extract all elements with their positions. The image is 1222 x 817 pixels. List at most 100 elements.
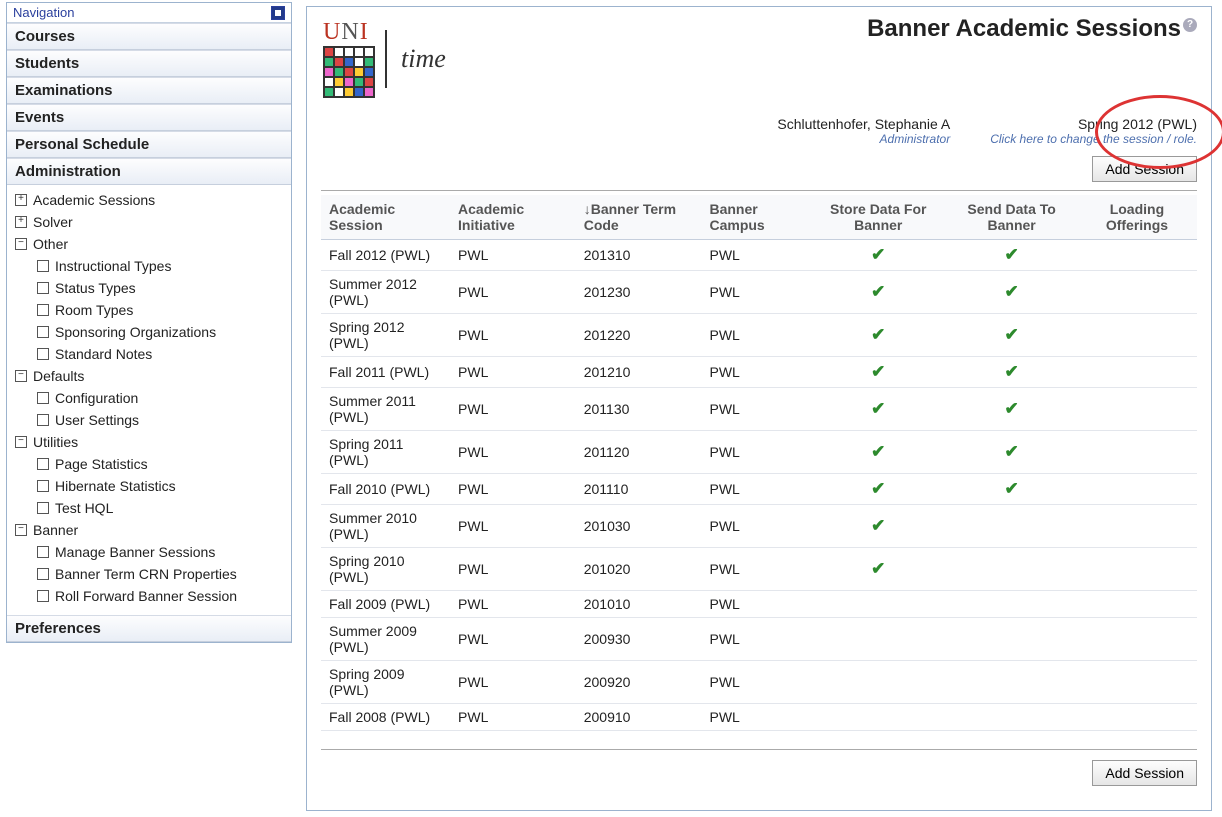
check-icon: ✔: [1004, 282, 1018, 301]
col-initiative[interactable]: Academic Initiative: [450, 195, 576, 240]
tree-leaf-instructional-types[interactable]: Instructional Types: [13, 255, 285, 277]
check-icon: ✔: [1004, 362, 1018, 381]
collapse-icon[interactable]: [15, 524, 27, 536]
check-icon: ✔: [871, 282, 885, 301]
tree-leaf-banner-term-crn-properties[interactable]: Banner Term CRN Properties: [13, 563, 285, 585]
tree-leaf-hibernate-statistics[interactable]: Hibernate Statistics: [13, 475, 285, 497]
table-row[interactable]: Fall 2010 (PWL)PWL201110PWL✔✔: [321, 474, 1197, 505]
collapse-icon[interactable]: [15, 370, 27, 382]
tree-node-utilities[interactable]: Utilities: [13, 431, 285, 453]
col-store[interactable]: Store Data For Banner: [810, 195, 946, 240]
tree-node-academic-sessions[interactable]: Academic Sessions: [13, 189, 285, 211]
leaf-icon: [37, 590, 49, 602]
leaf-icon: [37, 304, 49, 316]
tree-leaf-test-hql[interactable]: Test HQL: [13, 497, 285, 519]
leaf-icon: [37, 502, 49, 514]
nav-section-courses[interactable]: Courses: [7, 23, 291, 50]
navigation-title: Navigation: [13, 5, 74, 20]
administration-tree: Academic Sessions Solver Other Instructi…: [7, 185, 291, 615]
check-icon: ✔: [1004, 442, 1018, 461]
tree-leaf-manage-banner-sessions[interactable]: Manage Banner Sessions: [13, 541, 285, 563]
add-session-button-top[interactable]: Add Session: [1092, 156, 1197, 182]
table-row[interactable]: Summer 2012 (PWL)PWL201230PWL✔✔: [321, 271, 1197, 314]
tree-leaf-user-settings[interactable]: User Settings: [13, 409, 285, 431]
table-row[interactable]: Fall 2012 (PWL)PWL201310PWL✔✔: [321, 240, 1197, 271]
tree-leaf-room-types[interactable]: Room Types: [13, 299, 285, 321]
tree-leaf-page-statistics[interactable]: Page Statistics: [13, 453, 285, 475]
expand-icon[interactable]: [15, 194, 27, 206]
help-icon[interactable]: ?: [1183, 18, 1197, 32]
tree-leaf-standard-notes[interactable]: Standard Notes: [13, 343, 285, 365]
navigation-panel: Navigation Courses Students Examinations…: [6, 2, 292, 643]
nav-section-preferences[interactable]: Preferences: [7, 615, 291, 642]
check-icon: ✔: [871, 559, 885, 578]
tree-node-solver[interactable]: Solver: [13, 211, 285, 233]
tree-leaf-configuration[interactable]: Configuration: [13, 387, 285, 409]
collapse-icon[interactable]: [15, 238, 27, 250]
col-session[interactable]: Academic Session: [321, 195, 450, 240]
leaf-icon: [37, 480, 49, 492]
tree-node-other[interactable]: Other: [13, 233, 285, 255]
page-title: Banner Academic Sessions?: [867, 15, 1197, 43]
table-row[interactable]: Spring 2011 (PWL)PWL201120PWL✔✔: [321, 431, 1197, 474]
leaf-icon: [37, 260, 49, 272]
table-row[interactable]: Spring 2009 (PWL)PWL200920PWL: [321, 661, 1197, 704]
leaf-icon: [37, 282, 49, 294]
col-loading[interactable]: Loading Offerings: [1077, 195, 1197, 240]
check-icon: ✔: [871, 245, 885, 264]
add-session-button-bottom[interactable]: Add Session: [1092, 760, 1197, 786]
nav-section-personal-schedule[interactable]: Personal Schedule: [7, 131, 291, 158]
leaf-icon: [37, 458, 49, 470]
tree-node-banner[interactable]: Banner: [13, 519, 285, 541]
check-icon: ✔: [1004, 399, 1018, 418]
navigation-title-bar: Navigation: [7, 3, 291, 23]
expand-icon[interactable]: [15, 216, 27, 228]
table-header-row: Academic Session Academic Initiative ↓Ba…: [321, 195, 1197, 240]
leaf-icon: [37, 414, 49, 426]
session-label: Spring 2012 (PWL): [990, 116, 1197, 132]
collapse-icon[interactable]: [15, 436, 27, 448]
check-icon: ✔: [1004, 325, 1018, 344]
check-icon: ✔: [871, 362, 885, 381]
nav-section-examinations[interactable]: Examinations: [7, 77, 291, 104]
leaf-icon: [37, 392, 49, 404]
leaf-icon: [37, 348, 49, 360]
table-row[interactable]: Summer 2009 (PWL)PWL200930PWL: [321, 618, 1197, 661]
leaf-icon: [37, 326, 49, 338]
table-row[interactable]: Fall 2011 (PWL)PWL201210PWL✔✔: [321, 357, 1197, 388]
session-hint: Click here to change the session / role.: [990, 132, 1197, 146]
check-icon: ✔: [1004, 245, 1018, 264]
tree-leaf-roll-forward-banner-session[interactable]: Roll Forward Banner Session: [13, 585, 285, 607]
nav-section-students[interactable]: Students: [7, 50, 291, 77]
check-icon: ✔: [1004, 479, 1018, 498]
sessions-table: Academic Session Academic Initiative ↓Ba…: [321, 195, 1197, 731]
check-icon: ✔: [871, 399, 885, 418]
tree-leaf-status-types[interactable]: Status Types: [13, 277, 285, 299]
nav-section-events[interactable]: Events: [7, 104, 291, 131]
tree-node-defaults[interactable]: Defaults: [13, 365, 285, 387]
main-content: UNI time Banner Academic Sessions? Schlu…: [306, 6, 1212, 811]
nav-section-administration[interactable]: Administration: [7, 158, 291, 185]
user-name: Schluttenhofer, Stephanie A: [777, 116, 950, 132]
session-info[interactable]: Spring 2012 (PWL) Click here to change t…: [990, 116, 1197, 146]
leaf-icon: [37, 568, 49, 580]
tree-leaf-sponsoring-organizations[interactable]: Sponsoring Organizations: [13, 321, 285, 343]
logo-time-text: time: [401, 44, 446, 74]
check-icon: ✔: [871, 479, 885, 498]
col-campus[interactable]: Banner Campus: [701, 195, 810, 240]
collapse-icon[interactable]: [271, 6, 285, 20]
table-row[interactable]: Summer 2011 (PWL)PWL201130PWL✔✔: [321, 388, 1197, 431]
col-send[interactable]: Send Data To Banner: [946, 195, 1076, 240]
table-row[interactable]: Fall 2009 (PWL)PWL201010PWL: [321, 591, 1197, 618]
col-term[interactable]: ↓Banner Term Code: [576, 195, 702, 240]
table-row[interactable]: Fall 2008 (PWL)PWL200910PWL: [321, 704, 1197, 731]
user-info[interactable]: Schluttenhofer, Stephanie A Administrato…: [777, 116, 950, 146]
leaf-icon: [37, 546, 49, 558]
table-row[interactable]: Spring 2012 (PWL)PWL201220PWL✔✔: [321, 314, 1197, 357]
check-icon: ✔: [871, 516, 885, 535]
app-logo: UNI time: [321, 15, 448, 102]
check-icon: ✔: [871, 442, 885, 461]
user-role: Administrator: [777, 132, 950, 146]
table-row[interactable]: Summer 2010 (PWL)PWL201030PWL✔: [321, 505, 1197, 548]
table-row[interactable]: Spring 2010 (PWL)PWL201020PWL✔: [321, 548, 1197, 591]
